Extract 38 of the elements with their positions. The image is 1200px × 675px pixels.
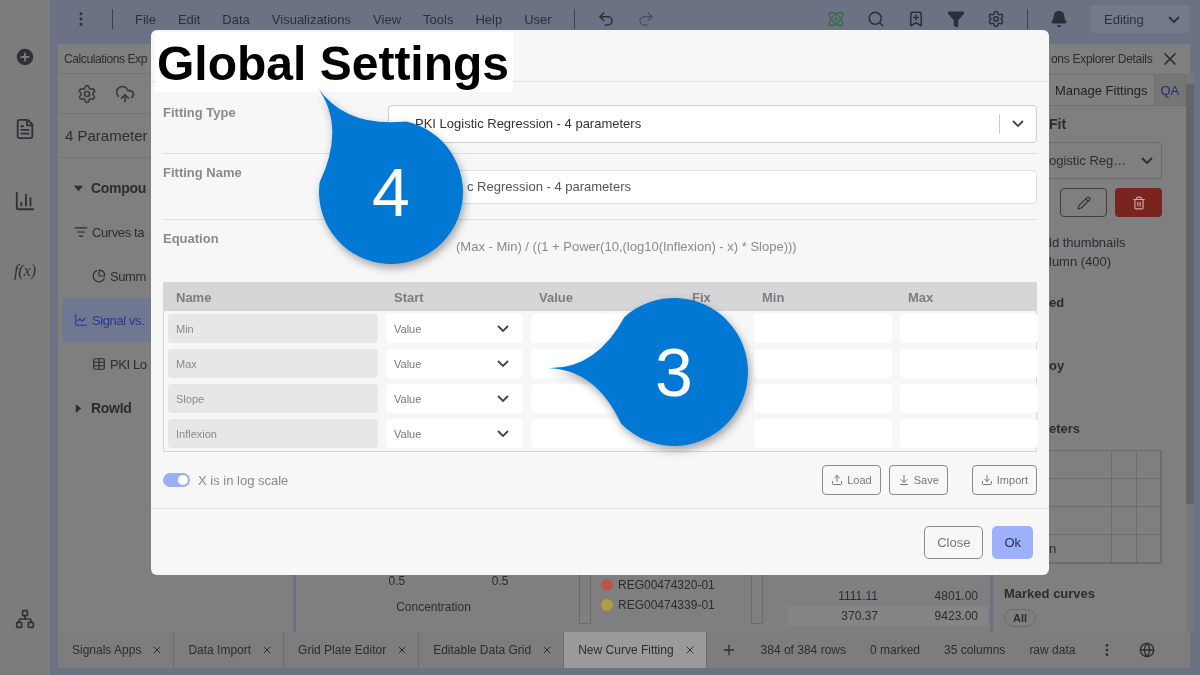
toggle-label: X is in log scale xyxy=(198,472,289,488)
section-heading: oy xyxy=(1049,358,1066,373)
field-label: Equation xyxy=(163,230,220,246)
field-label: Fitting Name xyxy=(163,164,243,180)
status-text: 35 columns xyxy=(944,643,1006,657)
section-heading: ed xyxy=(1049,295,1066,310)
section-heading: eters xyxy=(1049,421,1082,436)
status-text: 384 of 384 rows xyxy=(760,643,846,657)
table-cell-text: 4801.00 xyxy=(933,589,979,603)
legend-label: REG00474339-01 xyxy=(618,598,715,612)
option-text: lumn (400) xyxy=(1049,253,1113,271)
status-text: 0 marked xyxy=(869,643,920,657)
option-text: ld thumbnails xyxy=(1049,234,1127,252)
column-header: Max xyxy=(907,289,935,305)
column-header: Name xyxy=(175,289,213,305)
panel-title: ons Explorer Details xyxy=(1051,52,1153,66)
parameter-name: Slope xyxy=(168,384,378,413)
axis-label: Concentration xyxy=(396,600,471,614)
parameter-name: Inflexion xyxy=(168,419,378,448)
legend-label: REG00474320-01 xyxy=(618,578,715,592)
field-label: Fitting Type xyxy=(163,104,237,120)
panel-title: Calculations Exp xyxy=(64,51,147,66)
parameter-name: Max xyxy=(168,349,378,378)
annotation-title: Global Settings xyxy=(155,32,514,92)
axis-tick-label: 0.5 xyxy=(491,574,509,588)
column-header: Min xyxy=(761,289,786,305)
table-cell-text: 9423.00 xyxy=(933,609,979,623)
section-heading: Marked curves xyxy=(1004,586,1097,601)
parameter-name: Min xyxy=(168,314,378,343)
table-cell-text: 370.37 xyxy=(840,609,879,623)
calculation-name: 4 Parameter xyxy=(65,127,148,144)
status-text: raw data xyxy=(1029,643,1076,657)
section-title: Fit xyxy=(1049,116,1068,132)
grid-cell-text: n xyxy=(1049,541,1057,556)
table-cell-text: 1111.11 xyxy=(837,589,879,603)
axis-tick-label: 0.5 xyxy=(388,574,406,588)
column-header: Start xyxy=(393,289,425,305)
equation-text: (Max - Min) / ((1 + Power(10,(log10(Inflexion) - x) * Slope))) xyxy=(455,238,797,254)
